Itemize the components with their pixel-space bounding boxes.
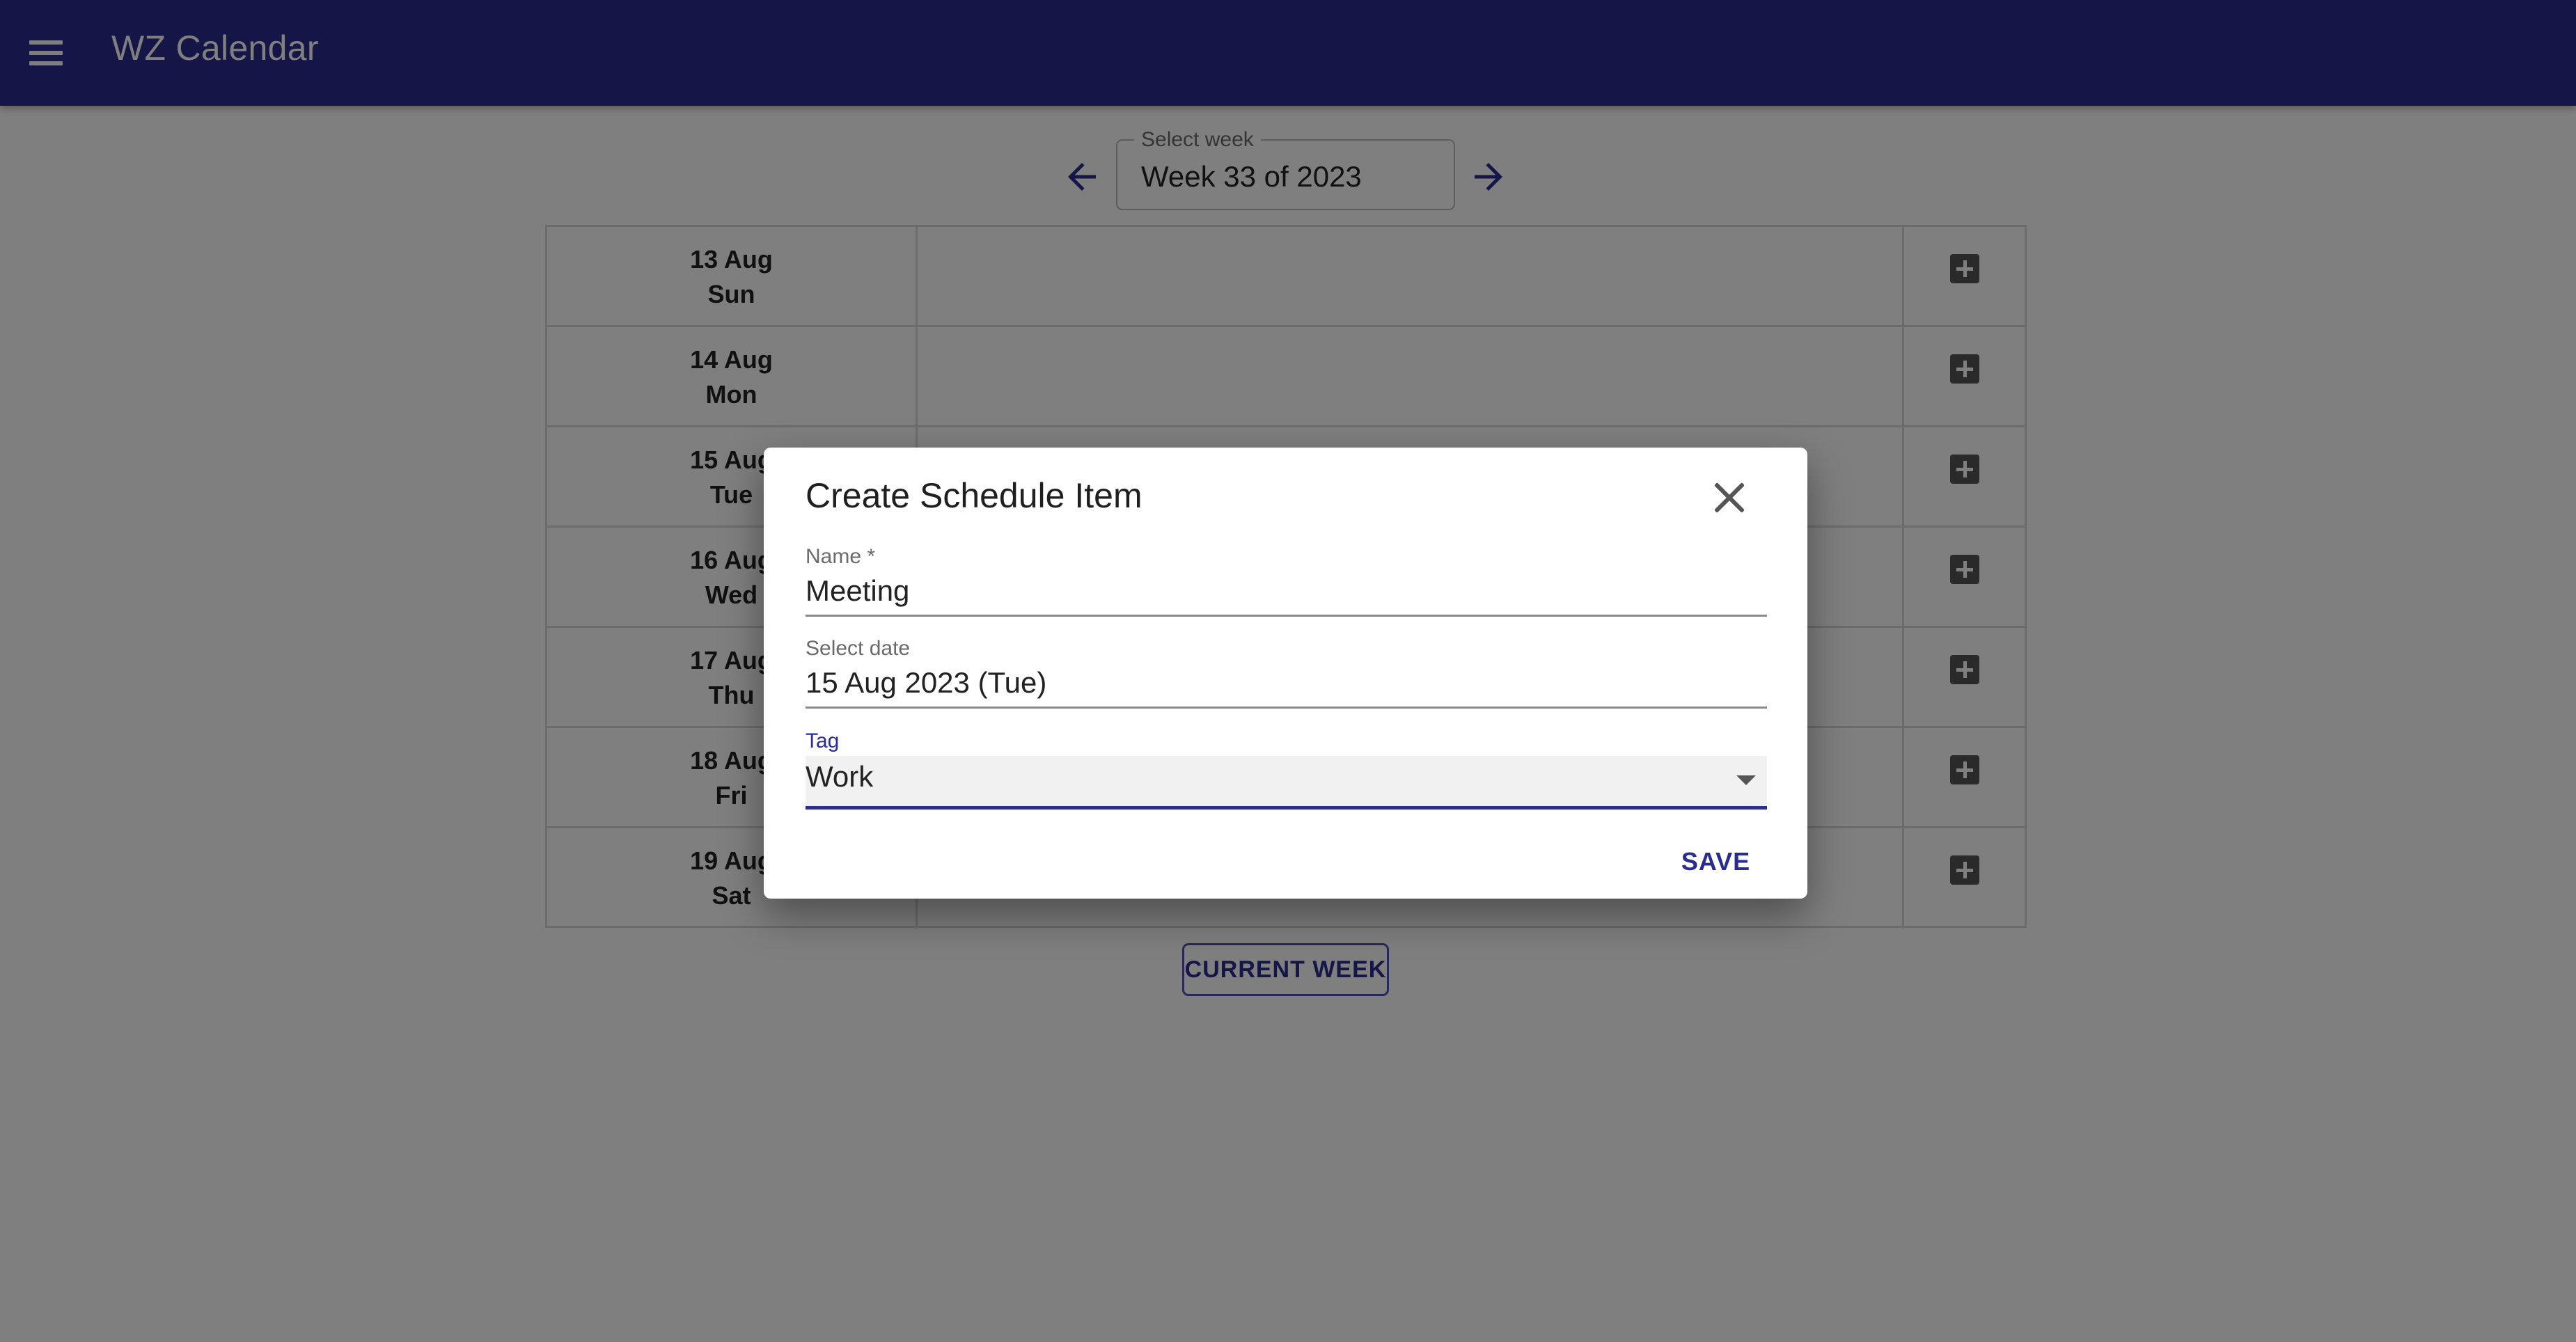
date-label: Select date bbox=[806, 637, 911, 660]
tag-underline bbox=[806, 806, 1767, 810]
name-label: Name * bbox=[806, 545, 876, 568]
name-underline bbox=[806, 615, 1767, 617]
close-icon[interactable] bbox=[1707, 475, 1752, 520]
tag-select[interactable]: Work bbox=[806, 756, 1767, 806]
dialog-title: Create Schedule Item bbox=[806, 476, 1142, 515]
save-button[interactable]: SAVE bbox=[1641, 836, 1791, 887]
tag-value: Work bbox=[806, 760, 874, 793]
create-schedule-dialog: Create Schedule Item Name * Meeting Sele… bbox=[764, 448, 1807, 899]
name-input[interactable]: Meeting bbox=[806, 574, 909, 608]
date-input[interactable]: 15 Aug 2023 (Tue) bbox=[806, 666, 1046, 700]
date-underline bbox=[806, 706, 1767, 709]
tag-label: Tag bbox=[806, 729, 840, 752]
dropdown-arrow-icon bbox=[1736, 775, 1756, 785]
